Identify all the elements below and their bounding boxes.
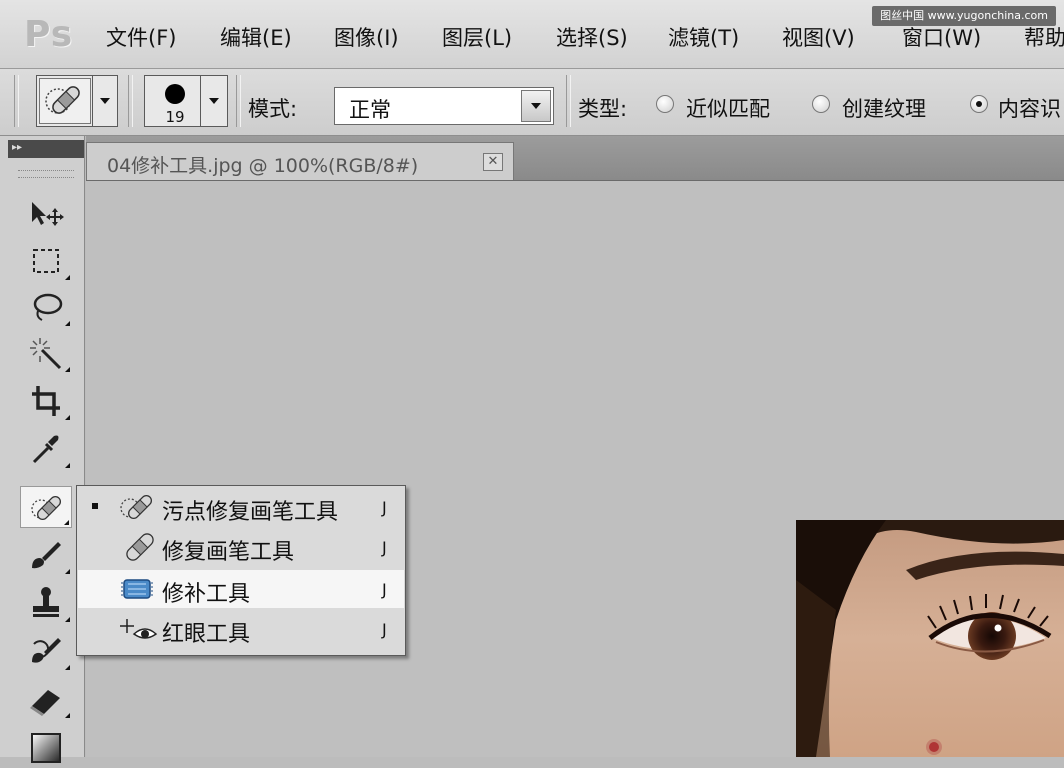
flyout-item-shortcut: J [382,620,387,639]
menu-bar: Ps 文件(F) 编辑(E) 图像(I) 图层(L) 选择(S) 滤镜(T) 视… [0,0,1064,69]
menu-select[interactable]: 选择(S) [556,22,628,52]
type-label: 类型: [578,97,628,121]
options-bar: 19 模式: 正常 类型: 近似匹配 创建纹理 内容识 [0,69,1064,136]
healing-tools-flyout: 污点修复画笔工具 J 修复画笔工具 J 修补工具 J 红眼工具 J [76,485,406,656]
flyout-item-shortcut: J [382,580,387,599]
move-icon [32,202,64,226]
history-brush-icon [32,638,61,663]
red-eye-icon [120,619,158,639]
flyout-item-spot-healing[interactable]: 污点修复画笔工具 J [78,488,404,526]
marquee-icon [33,249,59,273]
menu-window[interactable]: 窗口(W) [902,22,981,52]
crop-tool[interactable] [20,380,72,422]
brush-size: 19 [165,108,185,126]
toolbox: ▸▸ [0,136,85,763]
brush-tool[interactable] [20,534,72,576]
move-tool[interactable] [20,192,72,234]
flyout-item-label: 红眼工具 [162,622,251,647]
spot-healing-icon [31,495,62,521]
menu-edit[interactable]: 编辑(E) [220,22,292,52]
flyout-item-healing-brush[interactable]: 修复画笔工具 J [78,528,404,566]
app-logo: Ps [24,14,74,55]
tool-preset-picker[interactable] [36,75,118,127]
radio-content-aware-label[interactable]: 内容识 [998,93,1061,123]
selected-bullet-icon [92,503,98,509]
flyout-item-patch[interactable]: 修补工具 J [78,570,404,608]
menu-view[interactable]: 视图(V) [782,22,855,52]
lasso-icon [33,293,63,321]
menu-layer[interactable]: 图层(L) [442,22,512,52]
radio-proximity-match-label[interactable]: 近似匹配 [686,93,770,123]
eraser-icon [30,690,60,716]
flyout-item-shortcut: J [382,498,387,517]
radio-proximity-match[interactable] [656,95,674,113]
brush-preset-picker[interactable]: 19 [144,75,228,127]
spot-healing-tool[interactable] [20,486,72,528]
patch-icon [121,579,153,599]
mode-label: 模式: [248,97,298,121]
clone-stamp-tool[interactable] [20,582,72,624]
history-brush-tool[interactable] [20,630,72,672]
flyout-item-label: 污点修复画笔工具 [162,500,339,525]
options-grip[interactable] [14,75,19,127]
flyout-item-label: 修补工具 [162,582,251,607]
options-separator [236,75,241,127]
radio-content-aware[interactable] [970,95,988,113]
eyedropper-icon [32,435,59,464]
document-tab[interactable]: 04修补工具.jpg @ 100%(RGB/8#) ✕ [86,142,514,180]
toolbox-grip[interactable] [18,170,74,178]
options-separator [566,75,571,127]
radio-create-texture[interactable] [812,95,830,113]
brush-icon [32,542,61,569]
face-photo-image [796,520,1064,757]
flyout-item-shortcut: J [382,538,387,557]
chevron-down-icon[interactable] [521,90,551,122]
spot-healing-brush-icon [120,494,153,520]
document-photo[interactable] [796,520,1064,757]
gradient-tool[interactable] [20,726,72,768]
eraser-tool[interactable] [20,678,72,720]
chevron-down-icon[interactable] [92,76,117,126]
lasso-tool[interactable] [20,286,72,328]
menu-help[interactable]: 帮助 [1024,22,1064,52]
menu-image[interactable]: 图像(I) [334,22,399,52]
stamp-icon [33,587,59,617]
chevron-down-icon[interactable] [200,76,227,126]
gradient-icon [31,733,61,763]
eyedropper-tool[interactable] [20,428,72,470]
toolbox-header[interactable]: ▸▸ [8,140,84,158]
flyout-item-red-eye[interactable]: 红眼工具 J [78,610,404,648]
crop-icon [32,386,60,416]
magic-wand-tool[interactable] [20,332,72,374]
document-tab-title[interactable]: 04修补工具.jpg @ 100%(RGB/8#) [107,151,418,178]
flyout-item-label: 修复画笔工具 [162,540,295,565]
marquee-tool[interactable] [20,240,72,282]
document-tabbar: 04修补工具.jpg @ 100%(RGB/8#) ✕ [86,136,1064,181]
healing-brush-icon [126,533,154,561]
mode-select[interactable]: 正常 [334,87,554,125]
magic-wand-icon [30,338,62,370]
menu-file[interactable]: 文件(F) [106,22,176,52]
menu-filter[interactable]: 滤镜(T) [668,22,739,52]
mode-value: 正常 [349,98,391,122]
close-icon[interactable]: ✕ [483,153,503,171]
radio-create-texture-label[interactable]: 创建纹理 [842,93,926,123]
spot-healing-icon [39,78,91,124]
expand-icon[interactable]: ▸▸ [12,142,22,153]
brush-tip-icon [165,84,185,104]
options-separator [128,75,133,127]
watermark: 图丝中国 www.yugonchina.com [872,6,1056,26]
